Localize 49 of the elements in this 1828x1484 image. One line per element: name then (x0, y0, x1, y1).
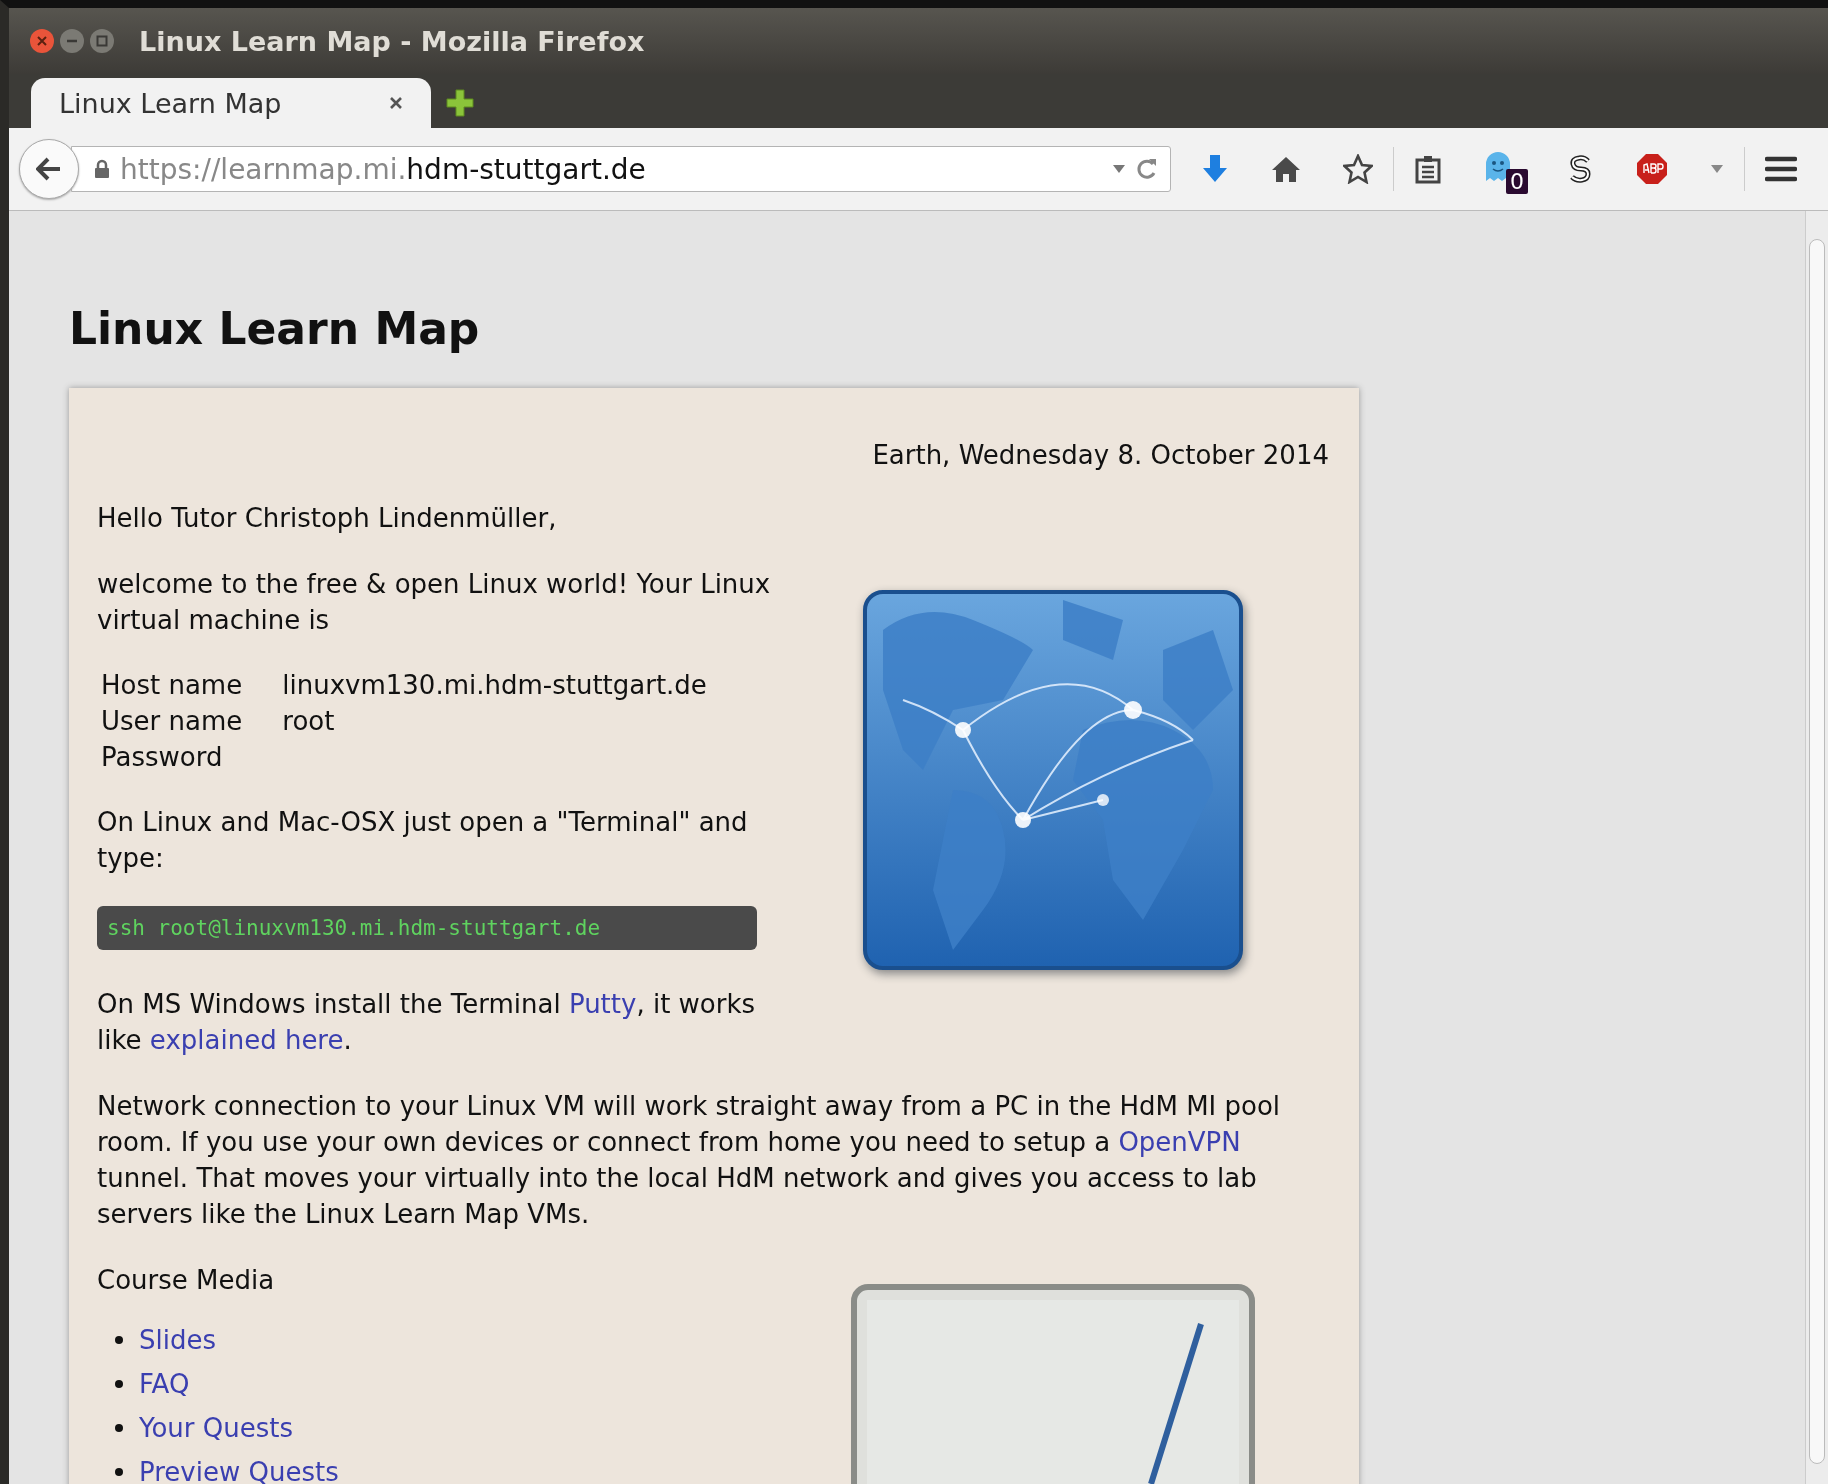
windows-instructions: On MS Windows install the Terminal Putty, it works like explained here. (97, 988, 757, 1057)
credential-label: Password (101, 742, 223, 772)
course-link[interactable]: Slides (139, 1325, 216, 1355)
scrollbar[interactable] (1805, 211, 1828, 1484)
home-icon[interactable] (1271, 155, 1301, 183)
minimize-icon[interactable] (59, 28, 85, 54)
star-icon[interactable] (1343, 154, 1373, 184)
page-heading: Linux Learn Map (69, 303, 481, 354)
section-heading: Course Media (97, 1264, 276, 1297)
window-title: Linux Learn Map - Mozilla Firefox (139, 25, 645, 57)
network-paragraph: Network connection to your Linux VM will work straight away from a PC in the HdM MI pool room. If you use your own devices or connect from home you need to setup a OpenVPN tunnel. That moves your virtually into the local HdM network and gives you access to lab servers like the Linux Learn Map VMs. (97, 1090, 1282, 1231)
maximize-icon[interactable] (89, 28, 115, 54)
count-badge: 0 (1506, 169, 1528, 194)
course-link[interactable]: Preview Quests (139, 1457, 339, 1484)
menu-icon[interactable] (1765, 156, 1797, 182)
course-link[interactable]: FAQ (139, 1369, 190, 1399)
ghost-icon[interactable] (1484, 151, 1512, 183)
command-block: ssh root@linuxvm130.mi.hdm-stuttgart.de (97, 906, 757, 950)
credential-label: User name (101, 706, 243, 736)
text-link[interactable]: Putty (568, 989, 637, 1019)
terminal-instructions: On Linux and Mac-OSX just open a "Terminal" and type: (97, 806, 749, 875)
greeting-text: Hello Tutor Christoph Lindenmüller, (97, 502, 558, 535)
download-icon[interactable] (1201, 154, 1229, 184)
reading-list-icon[interactable] (1414, 154, 1442, 184)
bullet-icon (115, 1468, 123, 1476)
close-tab-icon[interactable] (389, 96, 403, 110)
credential-value: root (282, 706, 335, 736)
bullet-icon (115, 1424, 123, 1432)
reload-icon[interactable] (1136, 157, 1158, 181)
close-icon[interactable] (29, 28, 55, 54)
text-link[interactable]: explained here (149, 1025, 344, 1055)
back-arrow-icon (36, 157, 62, 181)
text-link[interactable]: OpenVPN (1118, 1127, 1241, 1157)
url-text: https://learnmap.mi.hdm-stuttgart.de (120, 152, 647, 186)
date-text: Earth, Wednesday 8. October 2014 (871, 440, 1329, 470)
new-tab-icon[interactable] (445, 88, 475, 118)
credential-label: Host name (101, 670, 243, 700)
address-field[interactable]: https://learnmap.mi.hdm-stuttgart.de (71, 146, 1171, 192)
back-button[interactable] (19, 139, 79, 199)
lock-icon (94, 159, 110, 179)
bullet-icon (115, 1336, 123, 1344)
credential-value: linuxvm130.mi.hdm-stuttgart.de (282, 670, 707, 700)
bullet-icon (115, 1380, 123, 1388)
course-link[interactable]: Your Quests (139, 1413, 293, 1443)
browser-tab[interactable]: Linux Learn Map (31, 78, 431, 128)
stop-sign-icon[interactable] (1636, 153, 1668, 185)
intro-text: welcome to the free & open Linux world! Your Linux virtual machine is (97, 568, 772, 637)
dropdown-caret-icon[interactable] (1710, 164, 1724, 174)
dropdown-caret-icon[interactable] (1112, 164, 1126, 174)
